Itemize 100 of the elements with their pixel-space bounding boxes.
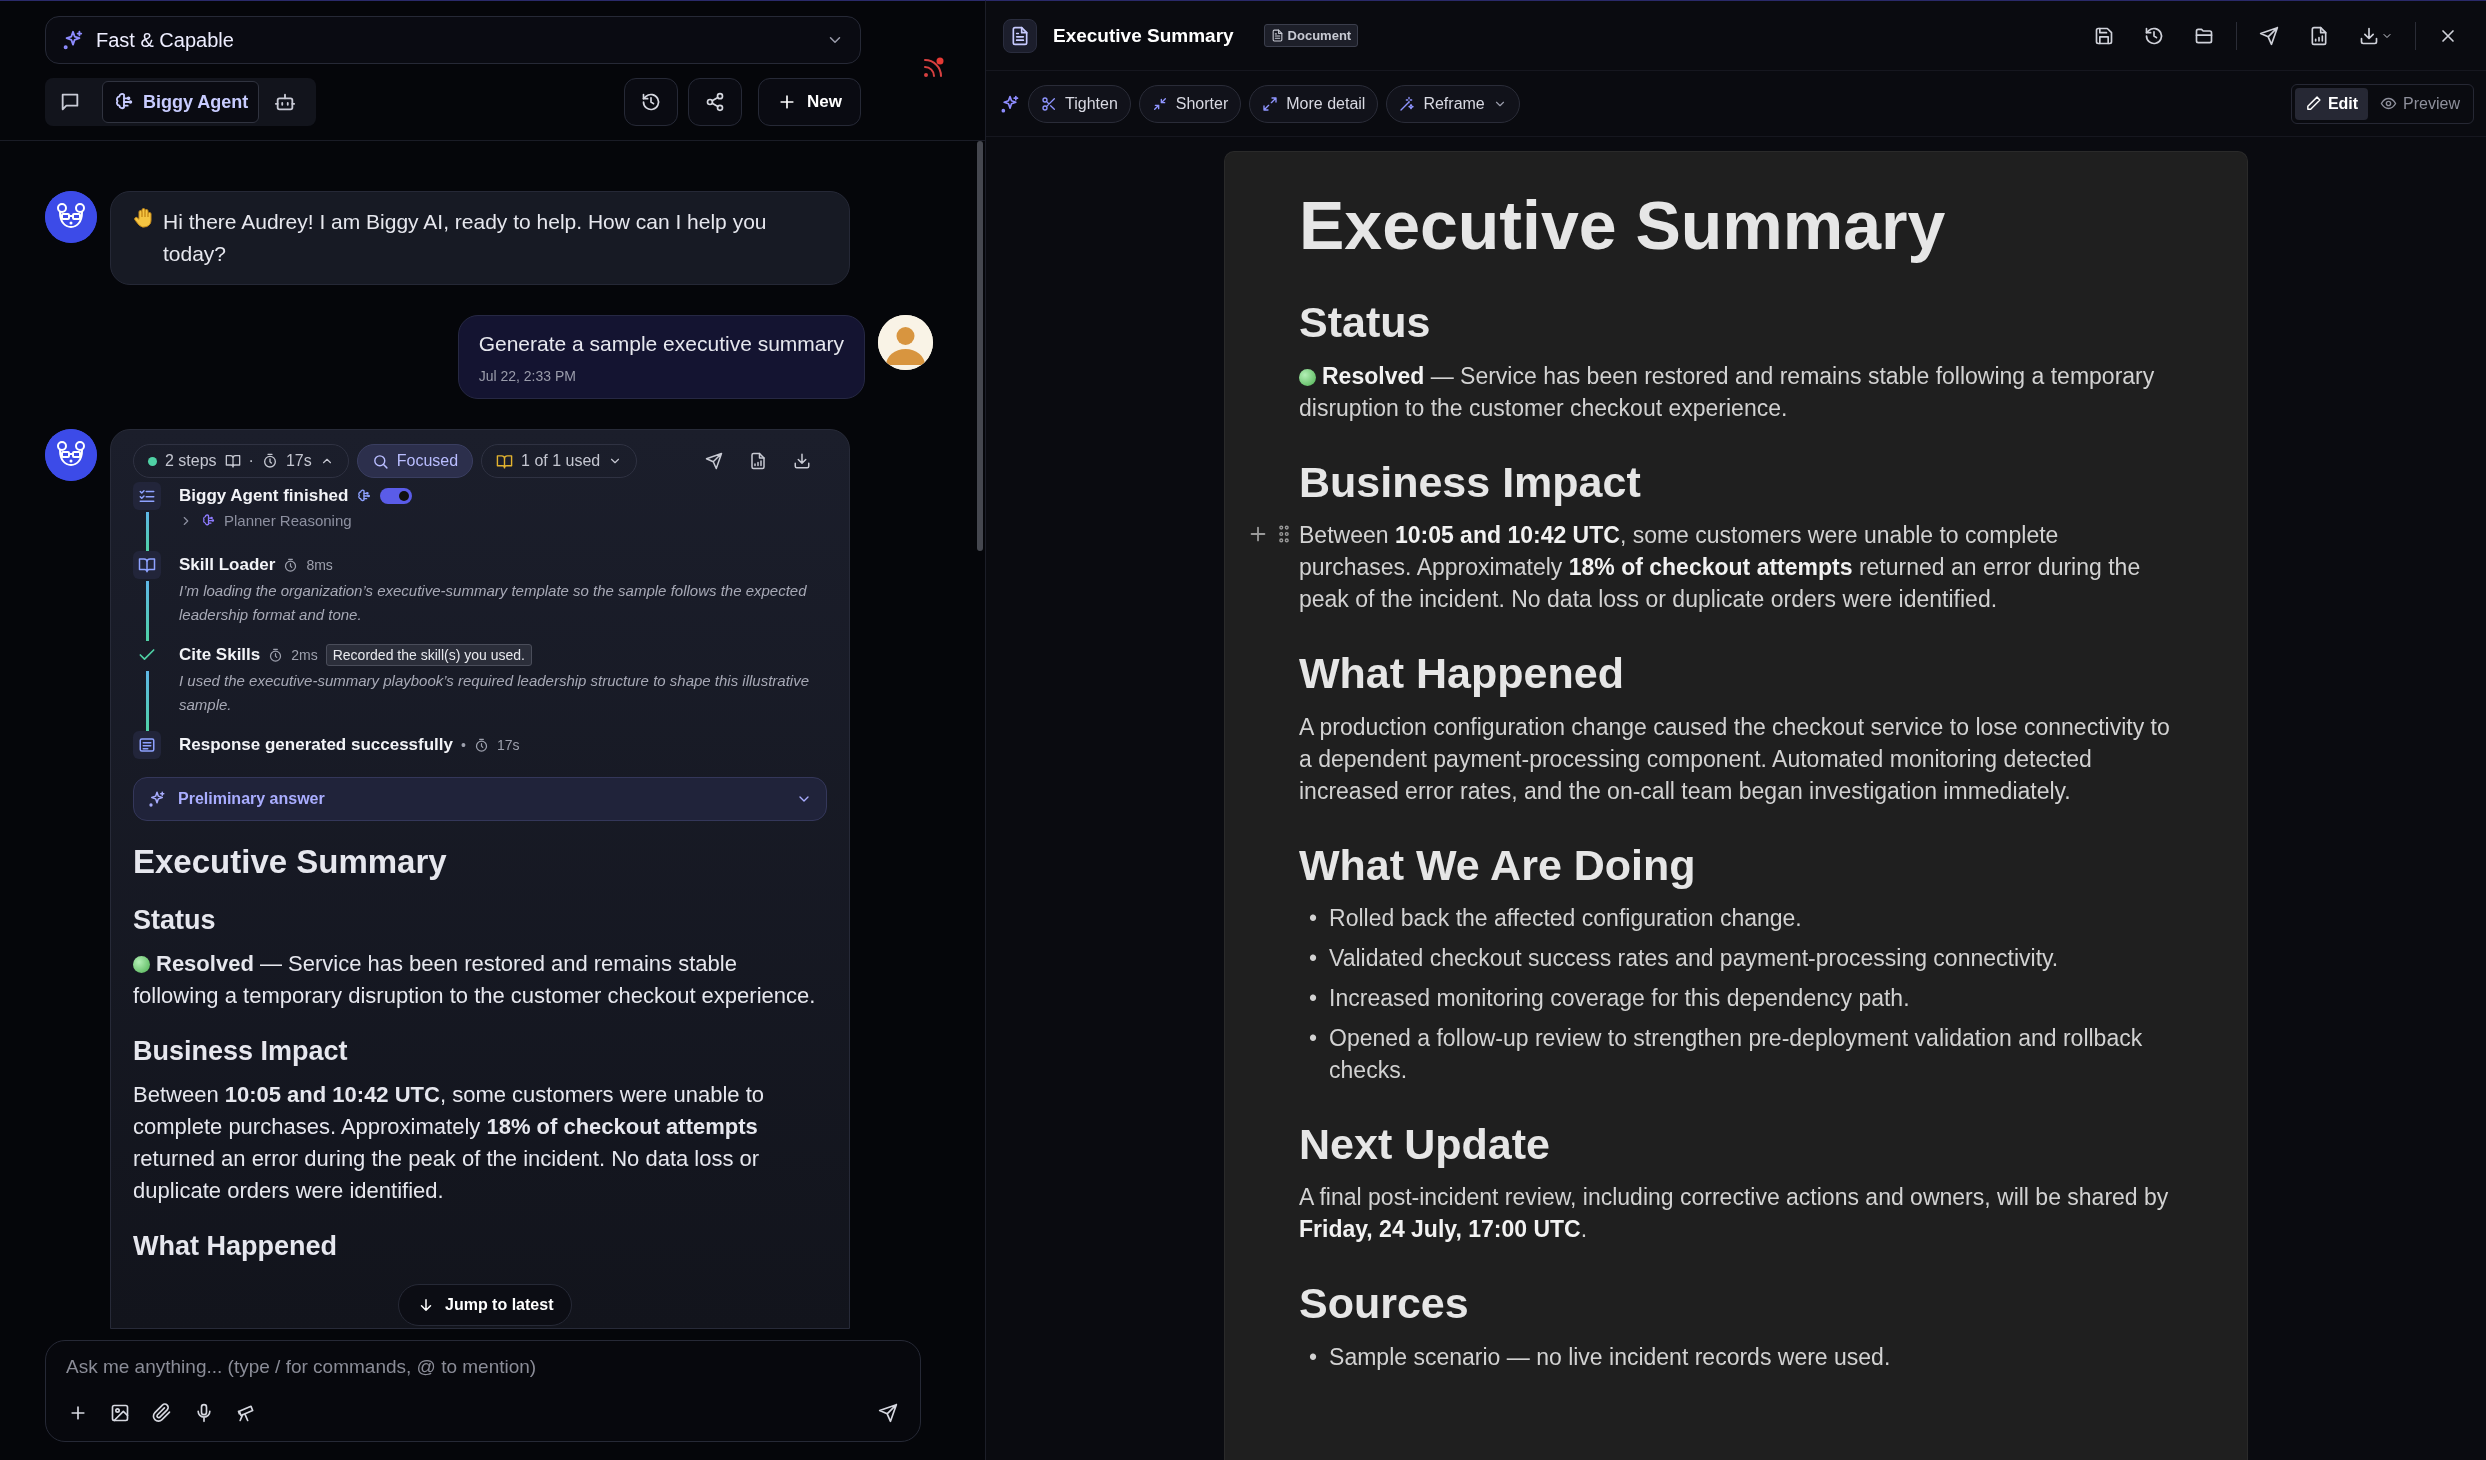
download-icon (793, 452, 811, 470)
image-icon (110, 1403, 130, 1423)
timer-icon (473, 737, 489, 753)
report-icon (749, 452, 767, 470)
section-heading: What Happened (133, 1231, 338, 1262)
document-icon (1270, 29, 1284, 42)
step-note: I used the executive-summary playbook’s required leadership structure to shape this illustrative sample. (179, 671, 811, 715)
ai-action-button[interactable]: Reframe (1386, 84, 1520, 123)
scrollbar[interactable] (977, 141, 983, 551)
user-avatar (878, 315, 933, 370)
step-duration: 2ms (291, 647, 318, 663)
status-paragraph: Resolved — Service has been restored and remains stable following a temporary disruption to the customer checkout experience. (133, 950, 817, 1010)
document-title: Executive Summary (1299, 186, 1947, 265)
step-badge: Recorded the skill(s) you used. (325, 644, 532, 666)
share-button[interactable] (688, 78, 743, 126)
message-input[interactable]: Ask me anything... (type / for commands, @ to mention) (64, 1355, 902, 1379)
chat-icon (59, 91, 81, 113)
waving-hand-icon (131, 206, 155, 230)
jump-to-latest-button[interactable]: Jump to latest (398, 1284, 573, 1326)
brain-icon (356, 488, 373, 504)
send-icon (878, 1403, 898, 1423)
bear-avatar (45, 191, 97, 243)
send-icon (705, 452, 723, 470)
expand-icon (1262, 95, 1279, 112)
eye-icon (2380, 95, 2398, 112)
search-icon (371, 452, 389, 470)
history-button[interactable] (624, 78, 679, 126)
wand-icon (1399, 95, 1416, 112)
preliminary-answer-toggle[interactable]: Preliminary answer (133, 777, 827, 821)
section-heading: What We Are Doing (1299, 840, 1697, 890)
view-tab[interactable]: Preview (2370, 87, 2470, 120)
bullet-marker: • (1309, 1023, 1318, 1053)
report-icon (2309, 25, 2329, 46)
separator-dot: · (248, 452, 254, 470)
assistant-message: Hi there Audrey! I am Biggy AI, ready to help. How can I help you today? (110, 191, 850, 285)
focused-chip[interactable]: Focused (356, 444, 474, 478)
section-heading: Status (133, 905, 217, 936)
user-message: Generate a sample executive summary (478, 332, 844, 356)
section-heading: Business Impact (1299, 457, 1642, 508)
bullet-item: Rolled back the affected configuration change. (1329, 903, 1802, 933)
pencil-icon (2304, 95, 2322, 112)
step-note: I’m loading the organization’s executive-summary template so the sample follows the expected leadership format and tone. (179, 581, 808, 625)
sub-step[interactable]: Planner Reasoning (224, 512, 352, 529)
attach-icon (152, 1403, 172, 1423)
document-title: Executive Summary (133, 843, 448, 881)
new-button[interactable]: New (758, 78, 861, 126)
send-icon (2259, 25, 2279, 46)
step-duration: 17s (496, 737, 520, 753)
separator-dot: • (461, 737, 466, 753)
timer-icon (283, 557, 299, 573)
ai-action-button[interactable]: More detail (1249, 84, 1379, 123)
bullet-item: Opened a follow-up review to strengthen pre-deployment validation and rollback checks. (1329, 1023, 2144, 1085)
document-badge: Document (1263, 24, 1359, 47)
brain-icon (201, 513, 216, 528)
document-panel-title: Executive Summary (1053, 24, 1234, 47)
view-tab[interactable]: Edit (2294, 87, 2369, 120)
history-icon (2144, 25, 2164, 46)
book-icon (138, 556, 156, 574)
mode-tab[interactable]: Biggy Agent (102, 81, 260, 123)
step-title: Skill Loader (179, 555, 276, 575)
feed-alert-icon (921, 56, 945, 80)
step-title: Cite Skills (179, 645, 261, 665)
sparkle-icon (148, 790, 166, 808)
microphone-icon (194, 1403, 214, 1423)
ai-action-button[interactable]: Tighten (1028, 84, 1131, 123)
bullet-marker: • (1309, 983, 1318, 1013)
section-heading: Business Impact (133, 1036, 349, 1067)
step-duration: 8ms (306, 557, 333, 573)
message-icon (138, 736, 156, 754)
model-select[interactable]: Fast & Capable (45, 16, 861, 64)
status-dot-icon (148, 456, 157, 466)
sparkle-icon (62, 29, 84, 51)
section-heading: Next Update (1299, 1119, 1551, 1170)
step-title: Biggy Agent finished (179, 486, 349, 506)
paragraph: Between 10:05 and 10:42 UTC, some customers were unable to complete purchases. Approximately 18% of checkout attempts returned an error during the peak of the incident. No data loss or duplicate orders were identified. (133, 1081, 765, 1205)
timer-icon (261, 453, 278, 469)
book-icon (496, 452, 514, 470)
section-heading: Status (1299, 298, 1432, 348)
document-icon (1010, 25, 1030, 46)
message-time: Jul 22, 2:33 PM (478, 368, 577, 384)
paragraph: A production configuration change caused the checkout service to lose connectivity to a dependent payment-processing component. Automated monitoring detected increased error rates, and the on-call team began investigation immediately. (1299, 712, 2171, 806)
share-icon (705, 92, 726, 112)
checklist-icon (138, 487, 156, 505)
paragraph: A final post-incident review, including corrective actions and owners, will be shared by Friday, 24 July, 17:00 UTC. (1299, 1183, 2170, 1245)
bullet-item: Increased monitoring coverage for this dependency path. (1329, 983, 1910, 1013)
bullet-marker: • (1309, 903, 1318, 933)
section-heading: What Happened (1299, 649, 1625, 699)
bullet-item: Sample scenario — no live incident records were used. (1329, 1342, 1891, 1372)
robot-icon (274, 91, 297, 113)
step-title: Response generated successfully (179, 735, 453, 755)
bullet-marker: • (1309, 943, 1318, 973)
scissors-icon (1041, 95, 1057, 112)
book-icon (224, 453, 241, 469)
timer-icon (268, 647, 284, 663)
ai-action-button[interactable]: Shorter (1138, 84, 1242, 123)
status-paragraph: Resolved — Service has been restored and remains stable following a temporary disruption to the customer checkout experience. (1299, 361, 2156, 423)
section-heading: Sources (1299, 1279, 1470, 1329)
download-icon (2359, 25, 2379, 46)
bullet-marker: • (1309, 1342, 1318, 1372)
toggle-switch[interactable] (380, 488, 413, 504)
